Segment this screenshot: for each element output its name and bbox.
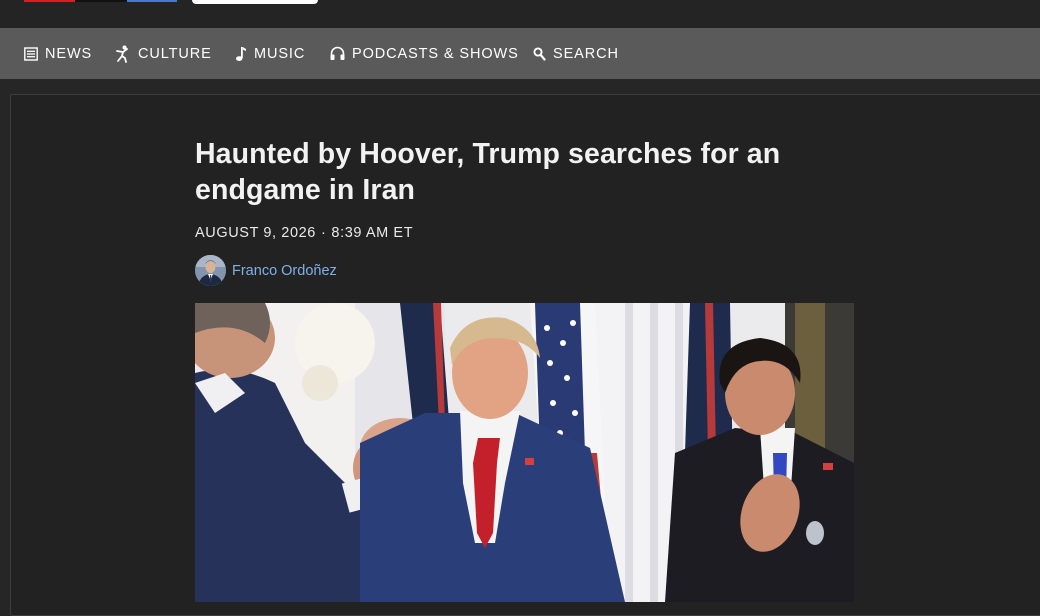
hero-photo-illustration	[195, 303, 854, 602]
main-nav: NEWS CULTURE MUSIC PODCASTS & SHOWS SEAR…	[0, 28, 1040, 79]
nav-label-music: MUSIC	[254, 45, 306, 62]
nav-item-podcasts[interactable]: PODCASTS & SHOWS	[330, 28, 519, 79]
headphones-icon	[330, 46, 345, 60]
nav-label-search: SEARCH	[553, 45, 619, 62]
search-icon	[533, 46, 546, 61]
hero-photo[interactable]	[195, 303, 854, 602]
newspaper-icon	[24, 46, 38, 61]
author-photo	[195, 255, 226, 286]
top-white-button[interactable]	[192, 0, 318, 4]
article-headline: Haunted by Hoover, Trump searches for an…	[195, 138, 781, 206]
nav-item-search[interactable]: SEARCH	[533, 28, 619, 79]
dateline-separator: ·	[320, 225, 327, 241]
author-link[interactable]: Franco Ordoñez	[232, 263, 337, 279]
dancer-icon	[116, 45, 128, 63]
article-date: AUGUST 9, 2026	[195, 225, 316, 241]
logo-black-block[interactable]	[75, 0, 127, 2]
article-time: 8:39 AM ET	[331, 225, 414, 241]
article-dateline: AUGUST 9, 2026 · 8:39 AM ET	[195, 225, 413, 241]
logo-blue-block[interactable]	[127, 0, 177, 2]
nav-label-culture: CULTURE	[138, 45, 212, 62]
byline: Franco Ordoñez	[195, 255, 337, 286]
logo-red-block[interactable]	[24, 0, 75, 2]
top-bar	[0, 0, 1040, 28]
nav-item-news[interactable]: NEWS	[24, 28, 92, 79]
nav-item-music[interactable]: MUSIC	[235, 28, 305, 79]
music-note-icon	[236, 46, 246, 61]
nav-item-culture[interactable]: CULTURE	[115, 28, 212, 79]
nav-label-podcasts: PODCASTS & SHOWS	[352, 45, 519, 62]
author-avatar[interactable]	[195, 255, 226, 286]
nav-label-news: NEWS	[45, 45, 93, 62]
